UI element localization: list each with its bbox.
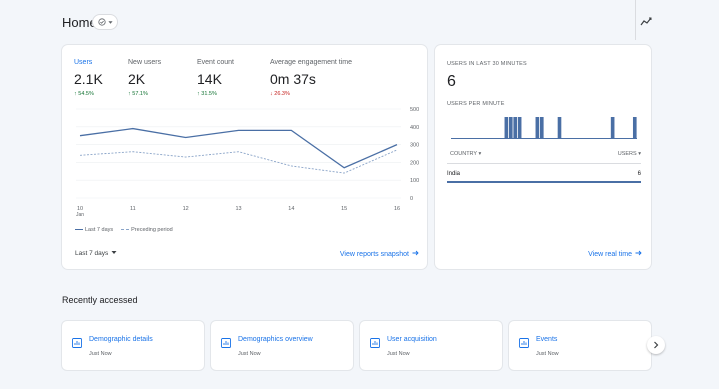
table-divider: [447, 163, 641, 164]
next-button[interactable]: [647, 336, 665, 354]
x-tick-label: 15: [341, 206, 347, 212]
property-status-chip[interactable]: [92, 14, 118, 30]
view-real-time-link[interactable]: View real time: [588, 250, 642, 258]
realtime-card: USERS IN LAST 30 MINUTES 6 USERS PER MIN…: [435, 45, 651, 269]
users-per-minute-bar: [557, 117, 562, 139]
users-per-minute-bar: [517, 117, 522, 139]
recent-item-time: Just Now: [89, 351, 112, 357]
link-label: View real time: [588, 250, 632, 258]
x-tick-label: 14: [288, 206, 294, 212]
arrow-right-icon: [635, 250, 642, 258]
x-tick-sublabel: Jan: [76, 212, 84, 218]
users-per-minute-bar: [632, 117, 637, 139]
recent-item-name: User acquisition: [387, 336, 437, 343]
recent-item-name: Demographics overview: [238, 336, 313, 343]
y-tick-label: 300: [410, 143, 419, 149]
users-column-header[interactable]: USERS ▾: [618, 151, 641, 157]
date-range-label: Last 7 days: [75, 250, 109, 257]
legend-previous: Preceding period: [121, 227, 173, 233]
users-per-minute-bar: [539, 117, 544, 139]
chevron-down-icon: [107, 20, 113, 25]
legend-current: Last 7 days: [75, 227, 113, 233]
report-icon: [221, 335, 231, 353]
insights-icon[interactable]: [640, 14, 652, 32]
report-icon: [72, 335, 82, 353]
realtime-value: 6: [447, 73, 456, 90]
y-tick-label: 0: [410, 196, 413, 202]
recent-item-demographics-overview[interactable]: Demographics overview Just Now: [211, 321, 353, 370]
y-tick-label: 100: [410, 178, 419, 184]
arrow-right-icon: [412, 250, 419, 258]
users-per-minute-bar: [513, 117, 518, 139]
users-per-minute-chart: [451, 117, 637, 139]
realtime-title: USERS IN LAST 30 MINUTES: [447, 61, 527, 67]
y-tick-label: 200: [410, 160, 419, 166]
recent-item-events[interactable]: Events Just Now: [509, 321, 651, 370]
y-tick-label: 400: [410, 125, 419, 131]
users-per-minute-bar: [535, 117, 540, 139]
users-per-minute-bar: [508, 117, 513, 139]
chevron-right-icon: [653, 336, 659, 354]
date-range-selector[interactable]: Last 7 days: [75, 250, 117, 257]
check-circle-icon: [97, 18, 106, 26]
caret-down-icon: [111, 250, 117, 257]
series-line-preceding-period: [79, 149, 398, 174]
users-per-minute-bar: [504, 117, 509, 139]
users-cell: 6: [637, 171, 641, 177]
country-column-header[interactable]: COUNTRY ▾: [450, 151, 481, 157]
recent-item-demographic-details[interactable]: Demographic details Just Now: [62, 321, 204, 370]
y-tick-label: 500: [410, 107, 419, 113]
row-share-bar: [447, 181, 641, 183]
x-tick-label: 11: [130, 206, 136, 212]
recent-item-name: Events: [536, 336, 558, 343]
users-line-chart: 500400300200100010 11 12 13 14 15 16Jan: [76, 107, 419, 218]
recently-accessed-title: Recently accessed: [62, 295, 138, 305]
header-divider: [635, 0, 636, 40]
x-tick-label: 13: [235, 206, 241, 212]
x-tick-label: 12: [183, 206, 189, 212]
overview-card: Users 2.1K ↑ 54.5% New users 2K ↑ 57.1% …: [62, 45, 427, 269]
page-header: Home: [0, 0, 719, 42]
recent-item-time: Just Now: [536, 351, 559, 357]
country-cell: India: [447, 171, 461, 177]
report-icon: [370, 335, 380, 353]
series-line-last-7-days: [79, 127, 398, 169]
recent-item-time: Just Now: [387, 351, 410, 357]
link-label: View reports snapshot: [339, 250, 409, 258]
report-icon: [519, 335, 529, 353]
recent-item-time: Just Now: [238, 351, 261, 357]
view-reports-snapshot-link[interactable]: View reports snapshot: [340, 250, 419, 258]
chart-legend: Last 7 days Preceding period: [75, 227, 173, 233]
recent-item-user-acquisition[interactable]: User acquisition Just Now: [360, 321, 502, 370]
users-per-minute-label: USERS PER MINUTE: [447, 101, 505, 107]
users-per-minute-bar: [610, 117, 615, 139]
x-tick-label: 16: [394, 206, 400, 212]
recent-item-name: Demographic details: [89, 336, 153, 343]
